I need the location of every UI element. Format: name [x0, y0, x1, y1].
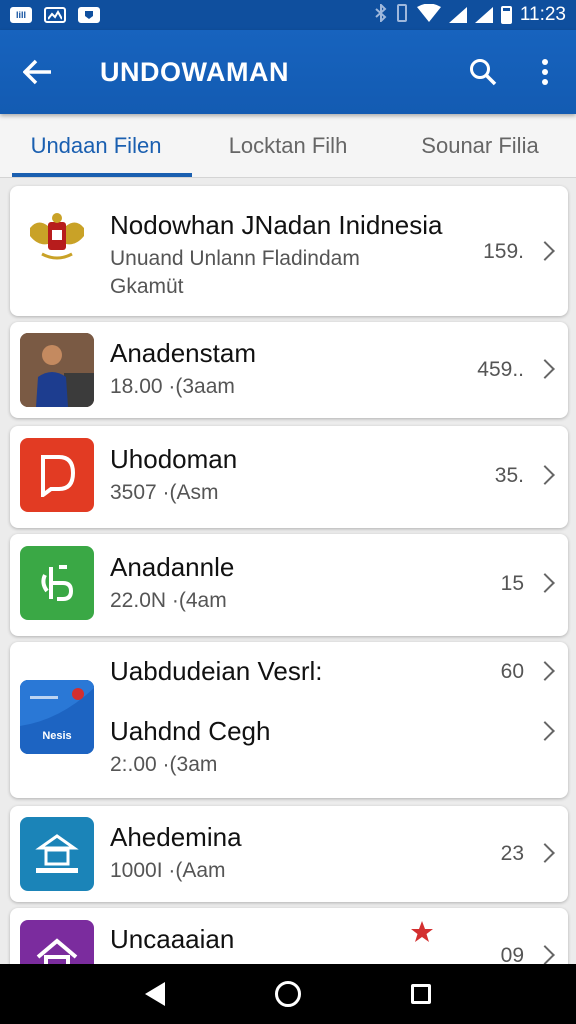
back-button[interactable]: [0, 30, 76, 114]
chevron-right-icon: [535, 945, 555, 964]
item-title: Uncaaaian: [110, 924, 235, 954]
signal-icon-2: [474, 7, 493, 23]
status-bar: lill 11:23: [0, 0, 576, 30]
list-item[interactable]: Nesis Uabdudeian Vesrl: 60 Uahdnd Cegh 2…: [10, 642, 568, 798]
tab-undaan-filen[interactable]: Undaan Filen: [0, 114, 192, 177]
battery-icon: [500, 6, 512, 24]
app-notification-icon: [78, 7, 100, 23]
vibrate-icon: [395, 3, 409, 27]
red-d-app-icon: [20, 438, 94, 512]
item-subtitle: 22.0N ·(4am: [110, 589, 227, 612]
image-icon: [44, 7, 66, 23]
thumb-label: Nesis: [42, 730, 72, 742]
item-count: 60: [500, 660, 524, 683]
chevron-right-icon-2: [535, 721, 555, 741]
chevron-right-icon: [535, 843, 555, 863]
chevron-right-icon: [535, 573, 555, 593]
chevron-right-icon: [535, 661, 555, 681]
system-nav-bar: [0, 964, 576, 1024]
item-subtitle-2: Gkamüt: [110, 275, 184, 298]
nav-back-icon[interactable]: [145, 982, 165, 1006]
item-title: Anadenstam: [110, 338, 256, 368]
tab-bar: Undaan Filen Locktan Filh Sounar Filia: [0, 114, 576, 178]
item-title: Nodowhan JNadan Inidnesia: [110, 210, 443, 240]
chevron-right-icon: [535, 359, 555, 379]
blue-card-app-icon: Nesis: [20, 680, 94, 754]
blue-bank-app-icon: [20, 817, 94, 891]
nav-home-icon[interactable]: [275, 981, 301, 1007]
chevron-right-icon: [535, 241, 555, 261]
search-button[interactable]: [452, 30, 514, 114]
item-title: Uhodoman: [110, 444, 238, 474]
tab-locktan-filh[interactable]: Locktan Filh: [192, 114, 384, 177]
item-list: Nodowhan JNadan Inidnesia Unuand Unlann …: [0, 178, 576, 964]
emblem-icon: [20, 202, 94, 276]
more-vert-icon: [542, 59, 548, 85]
item-subtitle: Unuand Unlann Fladindam: [110, 247, 360, 270]
item-count: 35.: [494, 464, 524, 487]
app-bar: UNDOWAMAN: [0, 30, 576, 114]
item-subtitle: 1000I ·(Aam: [110, 859, 226, 882]
list-item[interactable]: Nodowhan JNadan Inidnesia Unuand Unlann …: [10, 186, 568, 316]
red-star-icon: [410, 920, 434, 949]
item-title: Ahedemina: [110, 822, 242, 852]
item-count: 09: [500, 944, 524, 964]
sim-card-icon: lill: [10, 7, 32, 23]
item-count: 459..: [477, 358, 524, 381]
list-item[interactable]: Uhodoman 3507 ·(Asm 35.: [10, 426, 568, 528]
item-count: 23: [500, 842, 524, 865]
purple-house-app-icon: [20, 920, 94, 964]
list-item[interactable]: Ahedemina 1000I ·(Aam 23: [10, 806, 568, 902]
search-icon: [470, 59, 497, 86]
item-title-2: Uahdnd Cegh: [110, 716, 271, 746]
nav-recents-icon[interactable]: [411, 984, 431, 1004]
item-subtitle: 18.00 ·(3aam: [110, 375, 235, 398]
page-title: UNDOWAMAN: [100, 56, 289, 87]
bluetooth-icon: [375, 2, 387, 27]
signal-icon: [448, 7, 467, 23]
tab-sounar-filia[interactable]: Sounar Filia: [384, 114, 576, 177]
green-app-icon: [20, 546, 94, 620]
item-count: 15: [500, 572, 524, 595]
chevron-right-icon: [535, 465, 555, 485]
item-count: 159.: [483, 240, 524, 263]
list-item[interactable]: Anadannle 22.0N ·(4am 15: [10, 534, 568, 636]
list-item[interactable]: Anadenstam 18.00 ·(3aam 459..: [10, 322, 568, 418]
arrow-back-icon: [23, 59, 51, 85]
item-subtitle: 3507 ·(Asm: [110, 481, 219, 504]
more-options-button[interactable]: [514, 30, 576, 114]
item-title: Anadannle: [110, 552, 235, 582]
person-photo-icon: [20, 333, 94, 407]
item-subtitle: 2:.00 ·(3am: [110, 753, 218, 776]
status-time: 11:23: [519, 4, 566, 25]
list-item[interactable]: Uncaaaian 09: [10, 908, 568, 964]
wifi-icon: [416, 3, 441, 27]
item-title: Uabdudeian Vesrl:: [110, 656, 323, 686]
